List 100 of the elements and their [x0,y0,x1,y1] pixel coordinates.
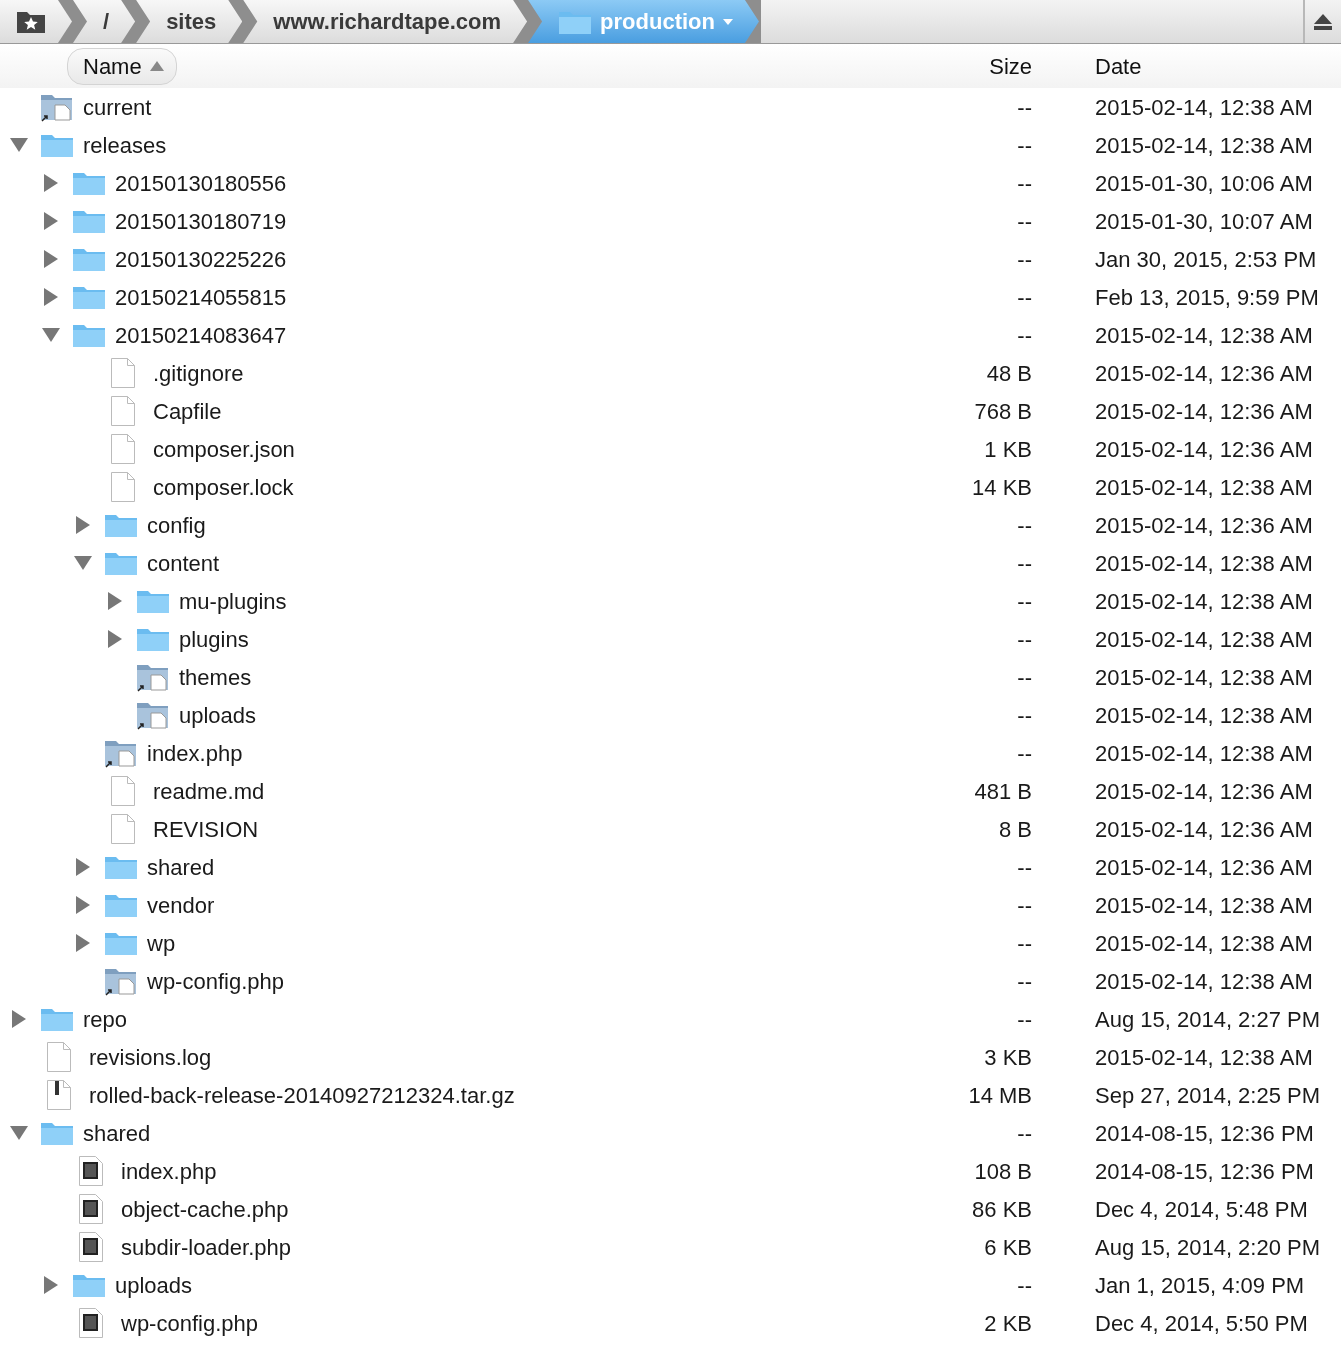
file-size: 3 KB [983,1043,1032,1072]
file-name[interactable]: REVISION [153,812,259,846]
document-icon [110,471,136,503]
file-date: Feb 13, 2015, 9:59 PM [1094,283,1319,312]
file-date: 2015-02-14, 12:36 AM [1094,359,1313,388]
file-name[interactable]: releases [83,128,167,162]
folder-icon [40,132,74,158]
file-name[interactable]: wp [147,926,176,960]
file-name[interactable]: 20150130225226 [115,242,287,276]
breadcrumb[interactable] [0,0,72,43]
file-size: -- [1016,587,1032,616]
file-date: 2015-02-14, 12:38 AM [1094,321,1313,350]
file-size: -- [1016,853,1032,882]
file-date: 2015-02-14, 12:38 AM [1094,93,1313,122]
file-name[interactable]: current [83,90,152,124]
caret-icon [722,18,733,25]
file-name[interactable]: mu-plugins [179,584,287,618]
folder-icon [40,1120,74,1146]
file-date: 2015-02-14, 12:38 AM [1094,1043,1313,1072]
file-name[interactable]: Capfile [153,394,222,428]
file-name[interactable]: composer.lock [153,470,294,504]
file-size: 48 B [985,359,1032,388]
folder-icon [72,246,106,272]
file-date: 2015-02-14, 12:38 AM [1094,549,1313,578]
file-date: 2015-02-14, 12:36 AM [1094,397,1313,426]
file-name[interactable]: object-cache.php [121,1192,289,1226]
file-size: -- [1016,1005,1032,1034]
file-name[interactable]: readme.md [153,774,265,808]
file-name[interactable]: .gitignore [153,356,244,390]
file-date: 2015-02-14, 12:38 AM [1094,739,1313,768]
file-size: -- [1016,739,1032,768]
file-name[interactable]: wp-config.php [147,964,284,998]
file-date: 2014-08-15, 12:36 PM [1094,1157,1314,1186]
file-date: 2015-02-14, 12:38 AM [1094,967,1313,996]
file-size: -- [1016,283,1032,312]
breadcrumb[interactable]: / [73,0,136,43]
file-size: -- [1016,663,1032,692]
folder-icon [104,930,138,956]
file-name[interactable]: index.php [121,1154,217,1188]
file-name[interactable]: content [147,546,220,580]
file-size: 481 B [973,777,1032,806]
folder-alias-icon [136,700,170,730]
file-name[interactable]: index.php [147,736,243,770]
column-header[interactable]: Size [989,53,1032,79]
file-name[interactable]: 20150130180556 [115,166,287,200]
sort-ascending-icon [149,61,164,71]
breadcrumb[interactable]: www.richardtape.com [243,0,528,43]
file-date: 2015-02-14, 12:38 AM [1094,663,1313,692]
file-name[interactable]: 20150214055815 [115,280,287,314]
file-date: 2015-02-14, 12:36 AM [1094,815,1313,844]
file-name[interactable]: config [147,508,206,542]
file-date: 2015-02-14, 12:36 AM [1094,853,1313,882]
file-name[interactable]: subdir-loader.php [121,1230,291,1264]
script-file-icon [78,1231,104,1263]
file-size: -- [1016,169,1032,198]
breadcrumb[interactable]: sites [136,0,243,43]
folder-icon [72,208,106,234]
file-name[interactable]: revisions.log [89,1040,212,1074]
file-date: Dec 4, 2014, 5:50 PM [1094,1309,1308,1338]
file-name[interactable]: 20150214083647 [115,318,287,352]
file-name[interactable]: uploads [179,698,257,732]
file-size: -- [1016,891,1032,920]
file-size: -- [1016,701,1032,730]
file-date: 2015-02-14, 12:36 AM [1094,511,1313,540]
file-name[interactable]: shared [147,850,215,884]
file-name[interactable]: shared [83,1116,151,1150]
file-size: -- [1016,131,1032,160]
file-date: 2015-02-14, 12:38 AM [1094,701,1313,730]
file-size: 8 B [997,815,1032,844]
file-name[interactable]: vendor [147,888,215,922]
file-date: 2015-02-14, 12:38 AM [1094,891,1313,920]
favorites-icon [16,9,46,34]
folder-alias-icon [104,738,138,768]
script-file-icon [78,1307,104,1339]
file-size: 108 B [973,1157,1032,1186]
file-size: 14 KB [971,473,1032,502]
file-date: 2015-02-14, 12:38 AM [1094,929,1313,958]
file-name[interactable]: themes [179,660,252,694]
collapse-button[interactable] [1303,0,1341,43]
file-name[interactable]: 20150130180719 [115,204,287,238]
folder-alias-icon [40,92,74,122]
script-file-icon [78,1193,104,1225]
file-name[interactable]: rolled-back-release-20140927212324.tar.gz [89,1078,515,1112]
document-icon [110,395,136,427]
file-name[interactable]: plugins [179,622,249,656]
file-name[interactable]: repo [83,1002,128,1036]
file-name[interactable]: composer.json [153,432,295,466]
file-name[interactable]: uploads [115,1268,193,1302]
file-name[interactable]: wp-config.php [121,1306,258,1340]
column-header[interactable]: Date [1095,53,1142,79]
file-size: 1 KB [983,435,1032,464]
file-size: 768 B [973,397,1032,426]
file-size: -- [1016,1119,1032,1148]
file-date: Sep 27, 2014, 2:25 PM [1094,1081,1321,1110]
folder-icon [104,550,138,576]
file-date: 2015-02-14, 12:36 AM [1094,777,1313,806]
document-icon [110,433,136,465]
file-size: -- [1016,207,1032,236]
file-date: 2015-02-14, 12:38 AM [1094,625,1313,654]
column-header[interactable]: Name [67,47,177,85]
